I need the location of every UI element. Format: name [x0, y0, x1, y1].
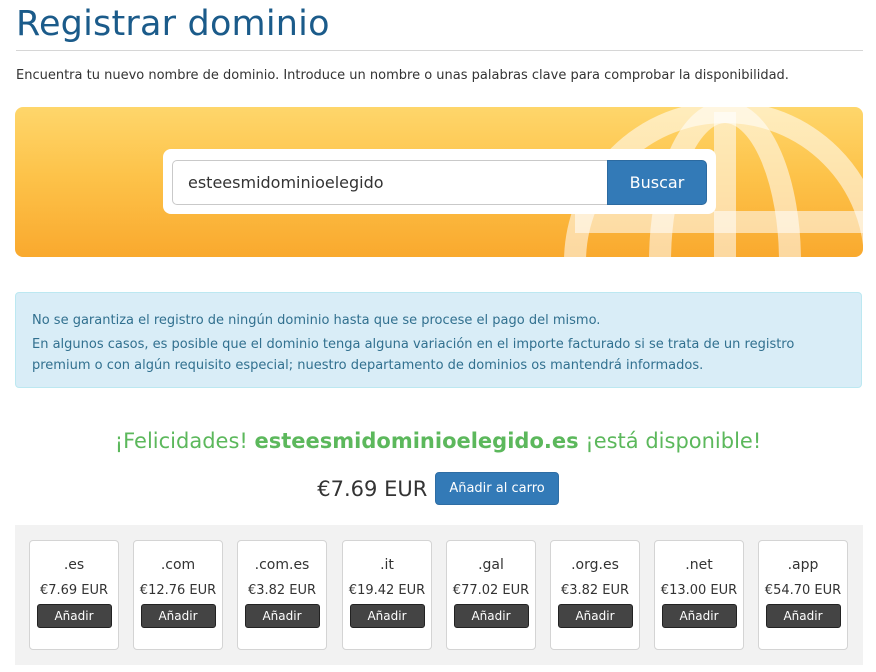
tld-name: .gal	[478, 557, 504, 573]
tld-suggestions: .es €7.69 EUR Añadir .com €12.76 EUR Aña…	[15, 525, 863, 665]
tld-card: .gal €77.02 EUR Añadir	[446, 540, 536, 650]
domain-search-input[interactable]	[172, 160, 608, 205]
tld-price: €3.82 EUR	[560, 583, 630, 598]
tld-card: .com.es €3.82 EUR Añadir	[237, 540, 327, 650]
page-title: Registrar dominio	[16, 4, 330, 44]
tld-card: .org.es €3.82 EUR Añadir	[550, 540, 640, 650]
alert-line-2: En algunos casos, es posible que el domi…	[32, 337, 795, 373]
add-tld-button[interactable]: Añadir	[557, 604, 633, 628]
tld-price: €77.02 EUR	[452, 583, 530, 598]
tld-price: €3.82 EUR	[247, 583, 317, 598]
title-divider	[16, 50, 863, 51]
tld-name: .com.es	[254, 557, 310, 573]
tld-card: .app €54.70 EUR Añadir	[758, 540, 848, 650]
add-tld-button[interactable]: Añadir	[453, 604, 529, 628]
add-tld-button[interactable]: Añadir	[661, 604, 737, 628]
price-row: €7.69 EUR Añadir al carro	[0, 472, 876, 505]
availability-message: ¡Felicidades! esteesmidominioelegido.es …	[0, 429, 876, 453]
tld-price: €19.42 EUR	[348, 583, 426, 598]
intro-text: Encuentra tu nuevo nombre de dominio. In…	[16, 68, 789, 83]
search-box: Buscar	[163, 149, 716, 214]
tld-name: .app	[787, 557, 819, 573]
add-tld-button[interactable]: Añadir	[349, 604, 425, 628]
add-tld-button[interactable]: Añadir	[140, 604, 216, 628]
tld-card: .es €7.69 EUR Añadir	[29, 540, 119, 650]
tld-price: €12.76 EUR	[139, 583, 217, 598]
availability-suffix: ¡está disponible!	[585, 429, 762, 453]
alert-line-1: No se garantiza el registro de ningún do…	[32, 313, 601, 328]
tld-price: €54.70 EUR	[764, 583, 842, 598]
search-hero: Buscar	[15, 107, 863, 257]
tld-card: .net €13.00 EUR Añadir	[654, 540, 744, 650]
search-button[interactable]: Buscar	[607, 160, 707, 205]
add-tld-button[interactable]: Añadir	[36, 604, 112, 628]
domain-price: €7.69 EUR	[317, 476, 428, 501]
tld-price: €13.00 EUR	[660, 583, 738, 598]
tld-name: .com	[160, 557, 196, 573]
tld-name: .org.es	[571, 557, 619, 573]
add-to-cart-button[interactable]: Añadir al carro	[435, 472, 559, 505]
tld-name: .it	[380, 557, 394, 573]
info-alert: No se garantiza el registro de ningún do…	[15, 292, 862, 388]
tld-card: .it €19.42 EUR Añadir	[342, 540, 432, 650]
availability-prefix: ¡Felicidades!	[114, 429, 248, 453]
add-tld-button[interactable]: Añadir	[244, 604, 320, 628]
tld-card: .com €12.76 EUR Añadir	[133, 540, 223, 650]
tld-name: .net	[685, 557, 713, 573]
available-domain: esteesmidominioelegido.es	[254, 429, 579, 453]
tld-price: €7.69 EUR	[39, 583, 109, 598]
tld-name: .es	[63, 557, 85, 573]
add-tld-button[interactable]: Añadir	[765, 604, 841, 628]
